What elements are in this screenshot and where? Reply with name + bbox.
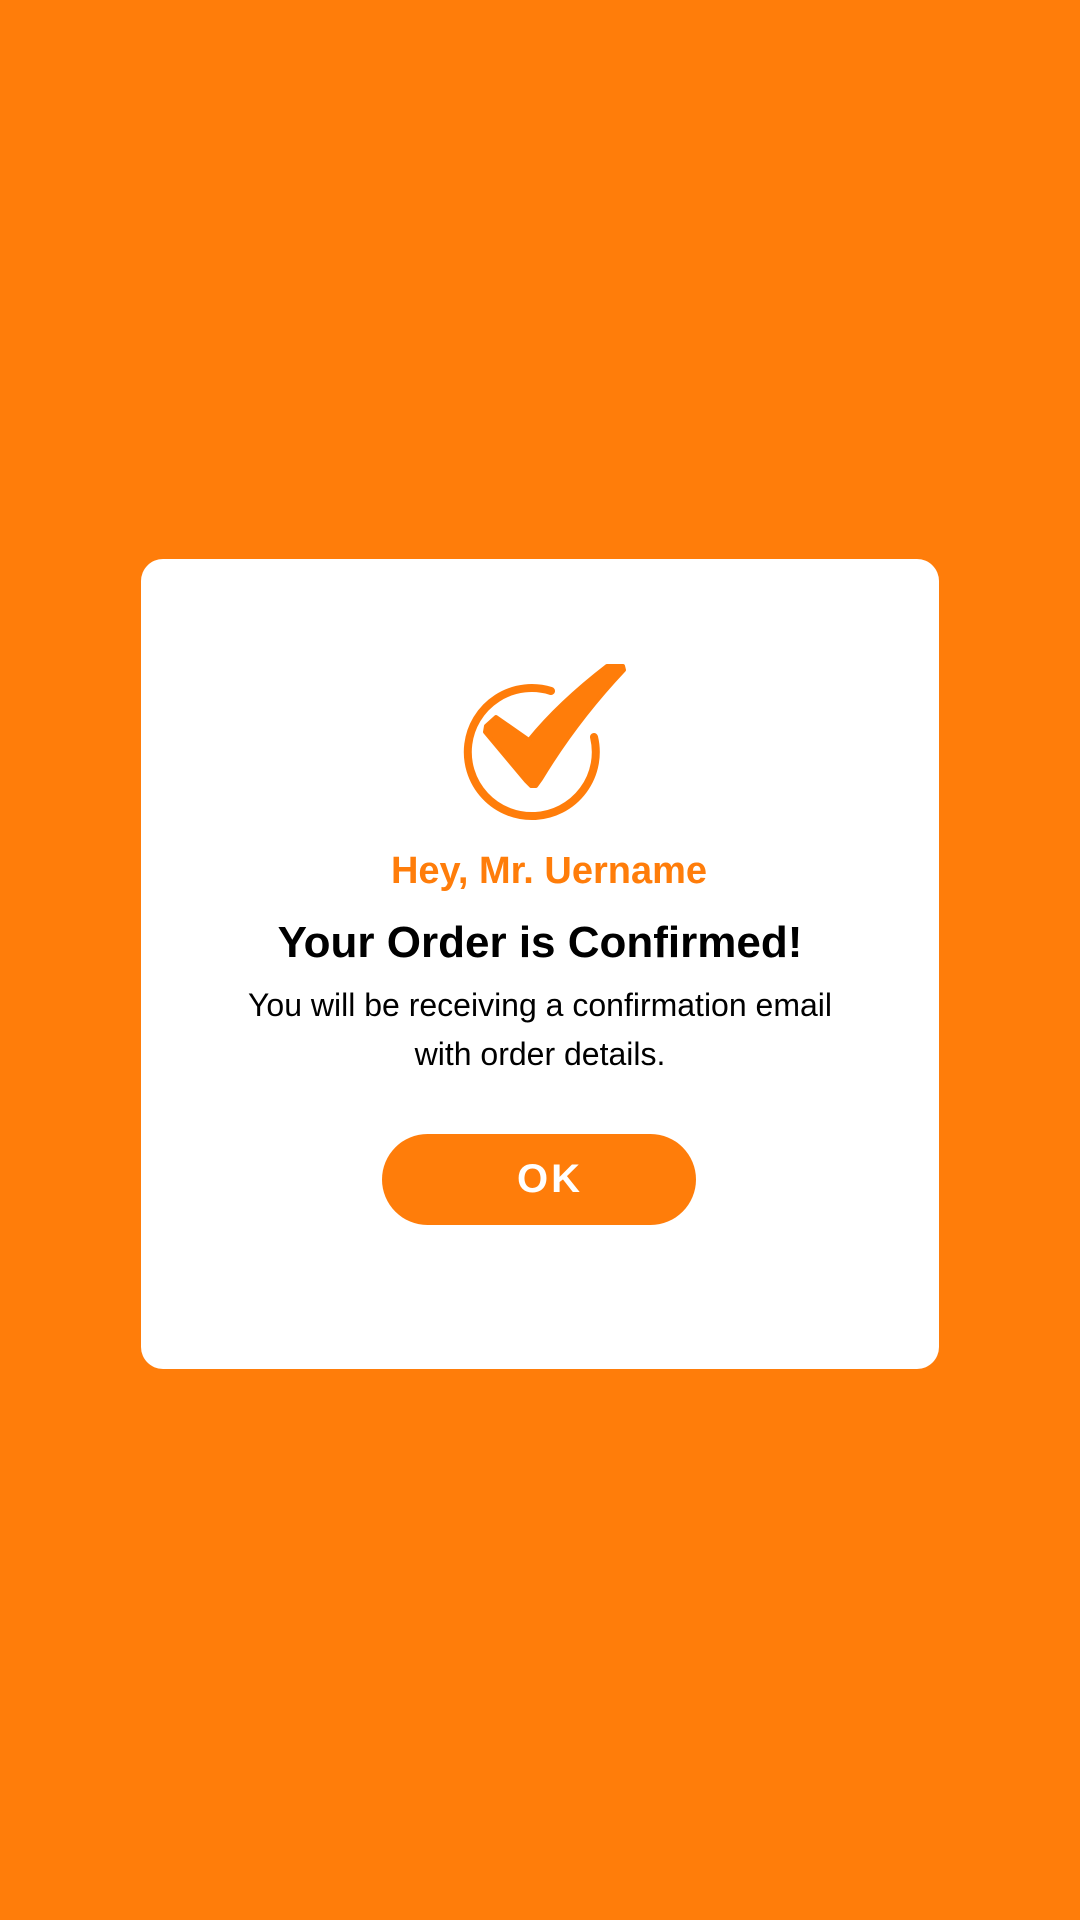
- confirmation-dialog: Hey, Mr. Uername Your Order is Confirmed…: [141, 559, 939, 1369]
- ok-button-label: OK: [517, 1157, 583, 1201]
- greeting-text: Hey, Mr. Uername: [390, 850, 708, 892]
- check-circle-icon: [463, 664, 626, 820]
- dialog-title: Your Order is Confirmed!: [277, 918, 803, 967]
- dialog-message: You will be receiving a confirmation ema…: [248, 987, 832, 1072]
- ok-button[interactable]: OK: [382, 1134, 696, 1225]
